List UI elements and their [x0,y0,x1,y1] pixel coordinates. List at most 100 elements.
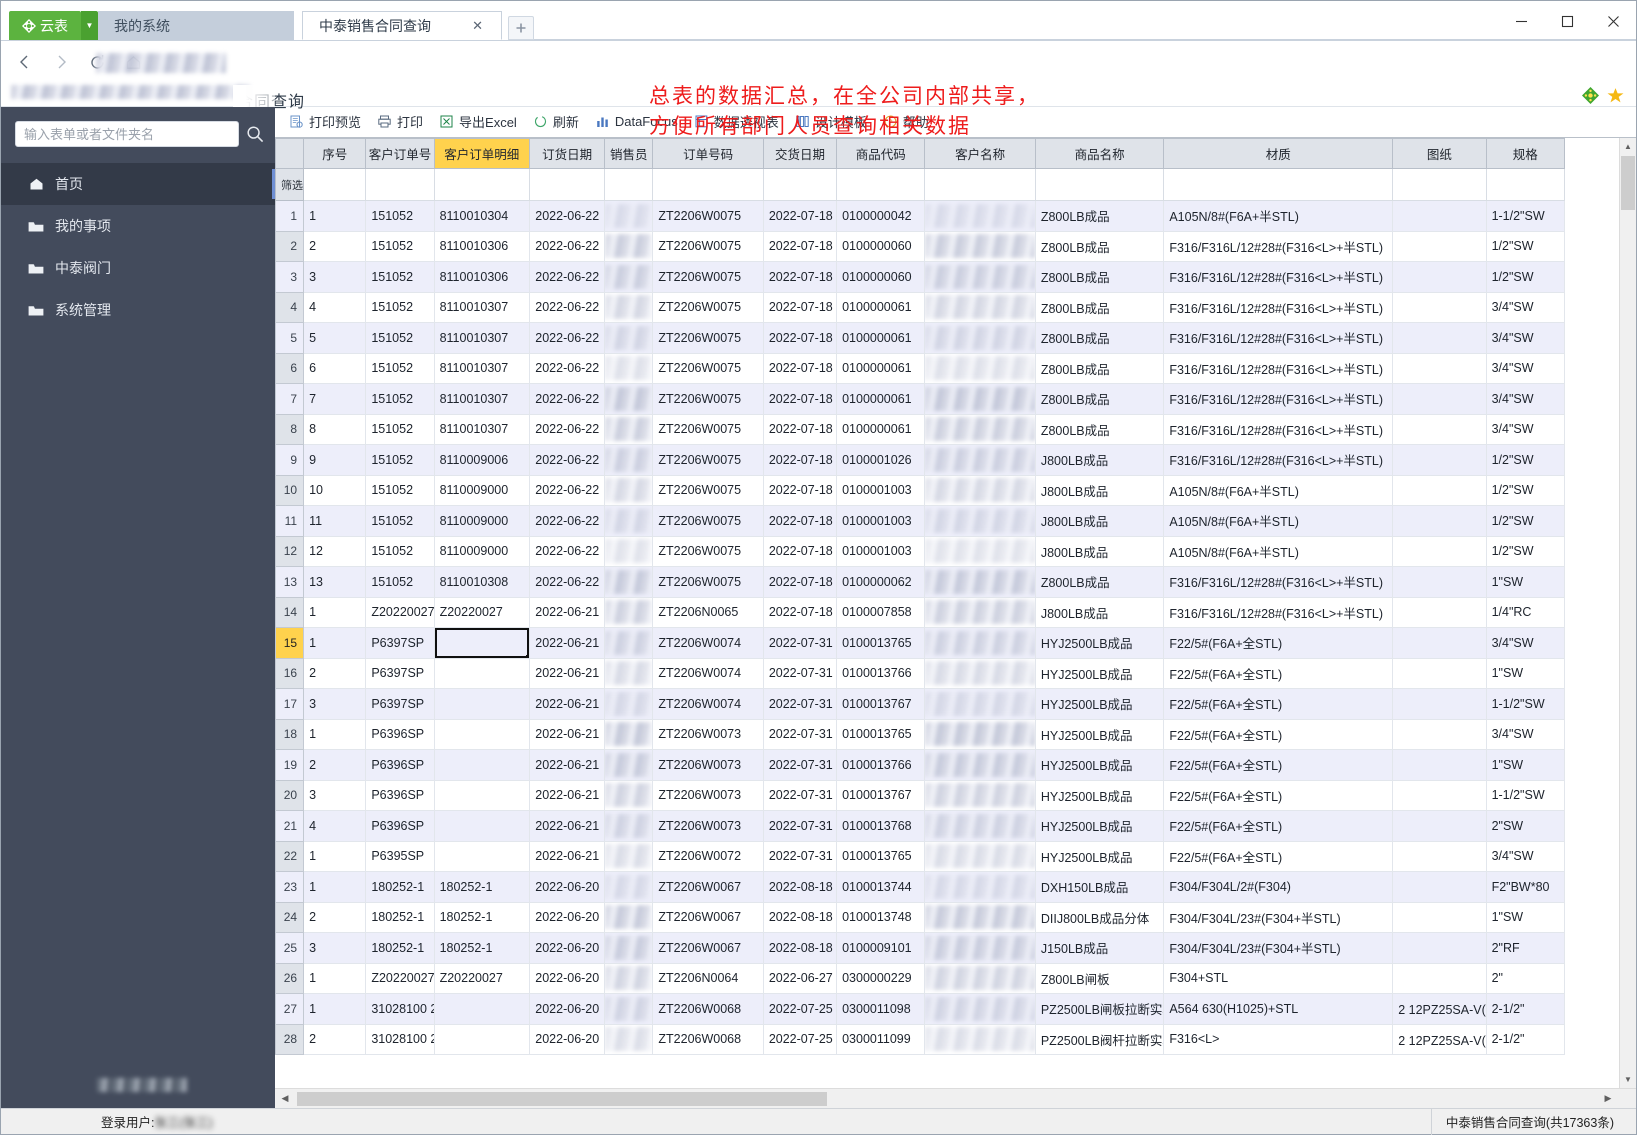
cell-cust_po[interactable]: Z20220027 [365,962,435,994]
brand-dropdown-caret-icon[interactable]: ▼ [81,11,98,40]
cell-drawing[interactable] [1392,566,1487,598]
cell-spec[interactable]: 3/4"SW [1485,840,1566,872]
cell-po_item[interactable]: 180252-1 [433,901,530,933]
cell-drawing[interactable] [1392,901,1487,933]
table-row[interactable]: 14 1 Z20220027 Z20220027 2022-06-21 ZT2206N00… [275,596,1566,628]
cell-goods_nm[interactable]: HYJ2500LB成品 [1034,718,1165,750]
cell-po_item[interactable] [433,993,530,1025]
cell-goods_cd[interactable]: 0100000061 [836,352,926,384]
cell-deliv_dt[interactable]: 2022-07-31 [762,779,838,811]
filter-input-material[interactable] [1163,168,1394,201]
cell-spec[interactable]: 1"SW [1485,566,1566,598]
cell-goods_cd[interactable]: 0100001026 [836,444,926,476]
cell-cust_po[interactable]: 151052 [365,291,435,323]
cell-po_item[interactable]: 8110010306 [433,261,530,293]
cell-goods_cd[interactable]: 0100013744 [836,871,926,903]
cell-goods_nm[interactable]: Z800LB成品 [1034,566,1165,598]
row-number-cell[interactable]: 4 [275,291,305,323]
cell-cust_nm[interactable] [924,291,1036,323]
cell-po_item[interactable]: 8110010307 [433,413,530,445]
cell-spec[interactable]: 2" [1485,962,1566,994]
row-number-cell[interactable]: 19 [275,749,305,781]
cell-order_dt[interactable]: 2022-06-21 [528,718,606,750]
cell-order_dt[interactable]: 2022-06-20 [528,901,606,933]
cell-seq[interactable]: 2 [303,230,367,262]
cell-cust_po[interactable]: 151052 [365,566,435,598]
cell-spec[interactable]: 1/4"RC [1485,596,1566,628]
table-row[interactable]: 10 10 151052 8110009000 2022-06-22 ZT2206W007… [275,474,1566,506]
cell-sales[interactable] [604,566,654,598]
cell-po_item[interactable] [433,749,530,781]
cell-sales[interactable] [604,688,654,720]
cell-cust_nm[interactable] [924,657,1036,689]
vertical-scroll-thumb[interactable] [1621,156,1635,210]
cell-spec[interactable]: 1"SW [1485,749,1566,781]
cell-drawing[interactable]: 2 12PZ25SA-V(拉 [1392,993,1487,1025]
cell-sales[interactable] [604,657,654,689]
cell-goods_nm[interactable]: J150LB成品 [1034,932,1165,964]
cell-cust_po[interactable]: P6397SP [365,688,435,720]
cell-seq[interactable]: 1 [303,200,367,232]
cell-order_no[interactable]: ZT2206W0074 [652,688,764,720]
cell-deliv_dt[interactable]: 2022-07-18 [762,444,838,476]
cell-goods_cd[interactable]: 0100001003 [836,535,926,567]
cell-goods_cd[interactable]: 0100013748 [836,901,926,933]
row-number-cell[interactable]: 3 [275,261,305,293]
table-row[interactable]: 5 5 151052 8110010307 2022-06-22 ZT2206W0075 2… [275,322,1566,354]
cell-material[interactable]: F304+STL [1163,962,1394,994]
cell-deliv_dt[interactable]: 2022-07-25 [762,993,838,1025]
cell-cust_po[interactable]: 151052 [365,322,435,354]
cell-material[interactable]: A105N/8#(F6A+半STL) [1163,505,1394,537]
row-number-cell[interactable]: 8 [275,413,305,445]
table-row[interactable]: 18 1 P6396SP 2022-06-21 ZT2206W0073 2022-07-3… [275,718,1566,750]
cell-seq[interactable]: 5 [303,322,367,354]
print-button[interactable]: 打印 [377,112,423,131]
row-number-cell[interactable]: 16 [275,657,305,689]
cell-goods_cd[interactable]: 0300000229 [836,962,926,994]
cell-goods_nm[interactable]: Z800LB成品 [1034,291,1165,323]
cell-order_no[interactable]: ZT2206W0073 [652,779,764,811]
cell-seq[interactable]: 10 [303,474,367,506]
scroll-up-arrow-icon[interactable]: ▲ [1619,138,1636,155]
tab-close-icon[interactable]: ✕ [470,18,485,34]
cell-sales[interactable] [604,230,654,262]
forward-icon[interactable] [51,52,71,72]
cell-deliv_dt[interactable]: 2022-07-31 [762,749,838,781]
cell-seq[interactable]: 6 [303,352,367,384]
cell-deliv_dt[interactable]: 2022-07-18 [762,230,838,262]
filter-input-sales[interactable] [604,168,654,201]
cell-order_no[interactable]: ZT2206W0075 [652,413,764,445]
cell-drawing[interactable] [1392,230,1487,262]
cell-goods_nm[interactable]: HYJ2500LB成品 [1034,657,1165,689]
cell-order_dt[interactable]: 2022-06-21 [528,596,606,628]
table-row[interactable]: 23 1 180252-1 180252-1 2022-06-20 ZT2206W0067… [275,871,1566,903]
cell-goods_cd[interactable]: 0100013765 [836,840,926,872]
column-header-goods_nm[interactable]: 商品名称 [1034,138,1165,169]
cell-material[interactable]: F304/F304L/23#(F304+半STL) [1163,901,1394,933]
table-row[interactable]: 13 13 151052 8110010308 2022-06-22 ZT2206W007… [275,566,1566,598]
cell-cust_po[interactable]: 180252-1 [365,901,435,933]
cell-material[interactable]: F304/F304L/2#(F304) [1163,871,1394,903]
cell-order_no[interactable]: ZT2206W0067 [652,932,764,964]
cell-deliv_dt[interactable]: 2022-07-31 [762,810,838,842]
cell-seq[interactable]: 3 [303,261,367,293]
cell-sales[interactable] [604,718,654,750]
cell-seq[interactable]: 2 [303,1023,367,1055]
cell-goods_cd[interactable]: 0300011098 [836,993,926,1025]
cell-order_dt[interactable]: 2022-06-22 [528,261,606,293]
cell-cust_nm[interactable] [924,261,1036,293]
filter-input-order_no[interactable] [652,168,764,201]
tab-sales-contract-query[interactable]: 中泰销售合同查询 ✕ [302,11,502,40]
table-row[interactable]: 6 6 151052 8110010307 2022-06-22 ZT2206W0075 2… [275,352,1566,384]
filter-input-spec[interactable] [1485,168,1566,201]
scroll-right-arrow-icon[interactable]: ▶ [1598,1090,1618,1108]
row-number-cell[interactable]: 22 [275,840,305,872]
cell-drawing[interactable] [1392,291,1487,323]
cell-cust_nm[interactable] [924,505,1036,537]
cell-seq[interactable]: 1 [303,993,367,1025]
cell-drawing[interactable] [1392,322,1487,354]
cell-order_no[interactable]: ZT2206W0073 [652,718,764,750]
cell-cust_po[interactable]: 151052 [365,474,435,506]
cell-material[interactable]: F22/5#(F6A+全STL) [1163,718,1394,750]
cell-seq[interactable]: 1 [303,962,367,994]
